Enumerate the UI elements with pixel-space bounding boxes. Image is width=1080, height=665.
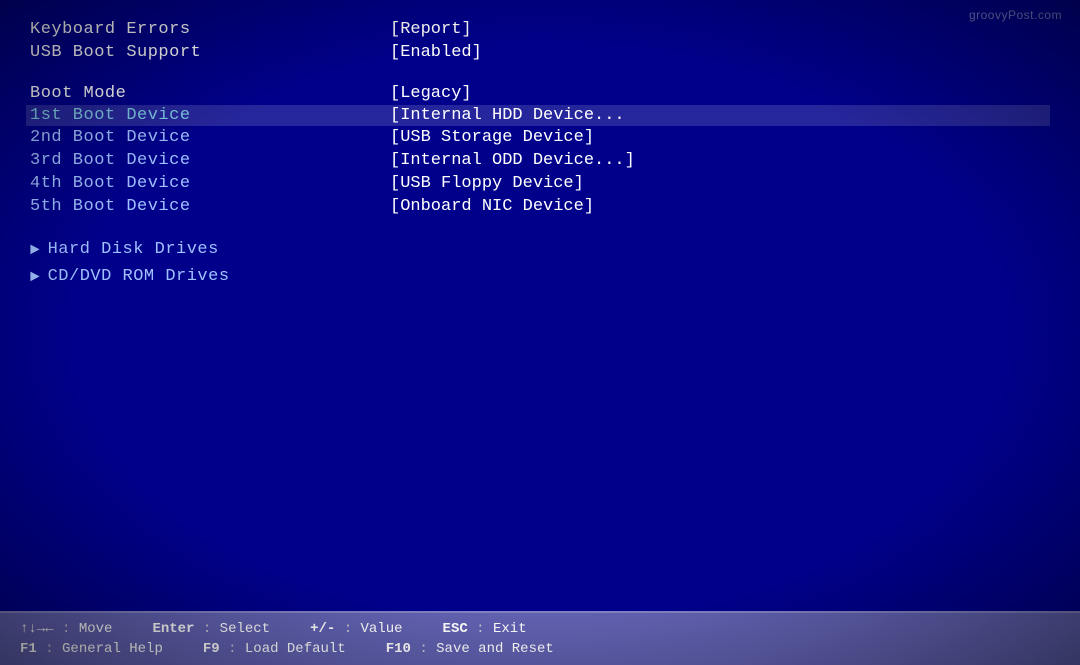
f1-desc: General Help (62, 641, 163, 657)
value-key: +/- (310, 621, 335, 637)
cddvd-rom-drives-label: CD/DVD ROM Drives (48, 267, 230, 286)
boot-device-1-label: 1st Boot Device (30, 106, 350, 125)
status-bar: ↑↓→← : Move Enter : Select +/- : Value E… (0, 611, 1080, 665)
boot-device-4-row[interactable]: 4th Boot Device [USB Floppy Device] (30, 172, 1050, 195)
f9-desc: Load Default (245, 641, 346, 657)
f9-key: F9 (203, 641, 220, 657)
boot-device-4-label: 4th Boot Device (30, 174, 350, 193)
boot-device-2-label: 2nd Boot Device (30, 128, 350, 147)
bios-table: Keyboard Errors [Report] USB Boot Suppor… (30, 18, 1050, 290)
arrow-icon-1: ► (30, 241, 40, 259)
hard-disk-drives-label: Hard Disk Drives (48, 240, 219, 259)
boot-device-2-value: [USB Storage Device] (350, 128, 1050, 147)
bios-screen: groovyPost.com Keyboard Errors [Report] … (0, 0, 1080, 665)
watermark: groovyPost.com (969, 8, 1062, 22)
gap-2 (30, 218, 1050, 236)
main-content: groovyPost.com Keyboard Errors [Report] … (0, 0, 1080, 611)
enter-desc: Select (220, 621, 270, 637)
boot-device-5-value: [Onboard NIC Device] (350, 197, 1050, 216)
boot-mode-label: Boot Mode (30, 84, 350, 103)
gap-1 (30, 64, 1050, 82)
usb-boot-support-row: USB Boot Support [Enabled] (30, 41, 1050, 64)
value-desc: Value (361, 621, 403, 637)
usb-boot-support-label: USB Boot Support (30, 43, 350, 62)
keyboard-errors-label: Keyboard Errors (30, 20, 350, 39)
boot-device-1-row[interactable]: 1st Boot Device [Internal HDD Device... (26, 105, 1050, 126)
f10-key: F10 (386, 641, 411, 657)
boot-device-2-row[interactable]: 2nd Boot Device [USB Storage Device] (30, 126, 1050, 149)
arrow-icon-2: ► (30, 268, 40, 286)
f10-desc: Save and Reset (436, 641, 554, 657)
f1-key: F1 (20, 641, 37, 657)
keyboard-errors-value: [Report] (350, 20, 1050, 39)
boot-mode-row: Boot Mode [Legacy] (30, 82, 1050, 105)
status-move: ↑↓→← : Move (20, 621, 112, 637)
boot-device-1-value: [Internal HDD Device... (350, 106, 1046, 125)
boot-device-3-value: [Internal ODD Device...] (350, 151, 1050, 170)
boot-device-5-row[interactable]: 5th Boot Device [Onboard NIC Device] (30, 195, 1050, 218)
status-f10: F10 : Save and Reset (386, 641, 554, 657)
hard-disk-drives-row[interactable]: ► Hard Disk Drives (30, 236, 1050, 263)
status-esc: ESC : Exit (443, 621, 527, 637)
status-value: +/- : Value (310, 621, 402, 637)
status-enter: Enter : Select (152, 621, 270, 637)
boot-device-4-value: [USB Floppy Device] (350, 174, 1050, 193)
status-row-1: ↑↓→← : Move Enter : Select +/- : Value E… (20, 621, 527, 637)
status-f1: F1 : General Help (20, 641, 163, 657)
move-desc: Move (79, 621, 113, 637)
status-f9: F9 : Load Default (203, 641, 346, 657)
usb-boot-support-value: [Enabled] (350, 43, 1050, 62)
cddvd-rom-drives-row[interactable]: ► CD/DVD ROM Drives (30, 263, 1050, 290)
esc-desc: Exit (493, 621, 527, 637)
keyboard-errors-row: Keyboard Errors [Report] (30, 18, 1050, 41)
boot-device-3-row[interactable]: 3rd Boot Device [Internal ODD Device...] (30, 149, 1050, 172)
enter-key: Enter (152, 621, 194, 637)
boot-device-5-label: 5th Boot Device (30, 197, 350, 216)
esc-key: ESC (443, 621, 468, 637)
status-row-2: F1 : General Help F9 : Load Default F10 … (20, 641, 554, 657)
boot-mode-value: [Legacy] (350, 84, 1050, 103)
move-key: ↑↓→← (20, 621, 54, 637)
boot-device-3-label: 3rd Boot Device (30, 151, 350, 170)
